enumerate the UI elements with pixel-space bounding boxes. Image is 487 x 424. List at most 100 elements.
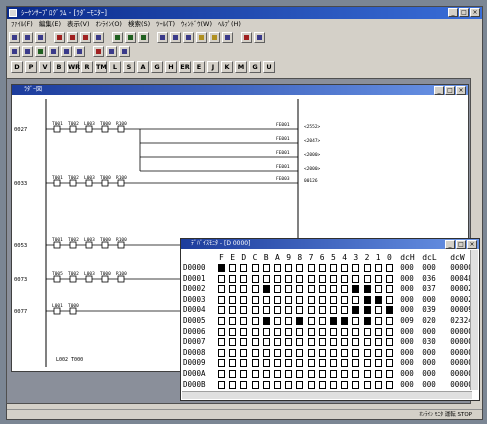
find-button[interactable] [170,32,181,43]
verify-button[interactable] [222,32,233,43]
device-button-3[interactable]: B [53,60,65,73]
ladder-close-button[interactable]: × [456,86,466,95]
device-button-1[interactable]: P [25,60,37,73]
undo-button[interactable] [93,32,104,43]
device-button-8[interactable]: S [123,60,135,73]
device-button-0[interactable]: D [11,60,23,73]
device-button-16[interactable]: M [235,60,247,73]
device-button-7[interactable]: L [109,60,121,73]
offline-button[interactable] [74,46,85,57]
menu-item-2[interactable]: 表示(V) [67,19,90,30]
list-view-button[interactable] [22,46,33,57]
bit-cell [352,370,360,378]
bit-cell [251,380,259,389]
bit-cell [363,380,371,389]
menu-item-5[interactable]: ﾂｰﾙ(T) [156,19,175,30]
monitor-title: ﾃﾞﾊﾞｲｽﾓﾆﾀ - [D 0000] [191,240,251,247]
value-dch: 000 [400,337,414,347]
bit-cell [318,295,326,304]
maximize-button[interactable]: □ [459,8,469,17]
device-button-6[interactable]: TM [95,60,107,73]
ladder-view-button[interactable] [9,46,20,57]
help-button[interactable] [241,32,252,43]
copy-button[interactable] [67,32,78,43]
bit-cell [318,317,326,325]
bit-cell [386,338,393,347]
value-dcl: 000 [422,379,436,389]
cut-button[interactable] [54,32,65,43]
replace-button[interactable] [183,32,194,43]
device-button-9[interactable]: A [137,60,149,73]
open-file-button[interactable] [22,32,33,43]
device-monitor-window[interactable]: ﾃﾞﾊﾞｲｽﾓﾆﾀ - [D 0000] _ □ × FEDCBA9876543… [180,238,480,401]
coil-button[interactable] [138,32,149,43]
monitor-button[interactable] [157,32,168,43]
device-button-15[interactable]: K [221,60,233,73]
bit-header: 7 [308,253,314,262]
monitor-minimize-button[interactable]: _ [445,240,455,249]
close-button[interactable]: × [470,8,480,17]
menu-item-4[interactable]: 検索(S) [128,19,150,30]
ladder-maximize-button[interactable]: □ [445,86,455,95]
bit-cell [386,285,393,294]
new-file-button[interactable] [9,32,20,43]
compile-button[interactable] [196,32,207,43]
monitor-vertical-scrollbar[interactable] [470,250,478,390]
output-instruction: FE001 [276,150,290,156]
bit-cell [262,274,270,283]
row-address: D0006 [183,326,206,336]
comment-button[interactable] [35,46,46,57]
menu-item-3[interactable]: ｵﾝﾗｲﾝ(O) [96,19,122,30]
value-dcl: 039 [422,305,436,315]
menu-item-6[interactable]: ｳｨﾝﾄﾞｳ(W) [181,19,212,30]
save-file-button[interactable] [35,32,46,43]
online-button[interactable] [61,46,72,57]
bit-cell [307,338,315,347]
run-button[interactable] [93,46,104,57]
contact-symbol [117,125,125,133]
bit-cell [330,380,337,389]
bit-cell [218,359,225,368]
minimize-button[interactable]: _ [448,8,458,17]
bit-cell [330,370,337,378]
bit-cell [386,274,393,283]
bit-header: 2 [364,253,370,262]
bit-cell [274,348,281,357]
bit-cell [296,274,304,283]
device-button-2[interactable]: V [39,60,51,73]
menu-item-0[interactable]: ﾌｧｲﾙ(F) [11,19,33,30]
device-button-5[interactable]: R [81,60,93,73]
device-button-14[interactable]: J [207,60,219,73]
monitor-close-button[interactable]: × [467,240,477,249]
stop-button[interactable] [106,46,117,57]
menu-item-1[interactable]: 編集(E) [39,19,61,30]
device-button-10[interactable]: G [151,60,163,73]
monitor-maximize-button[interactable]: □ [456,240,466,249]
bit-cell [352,285,360,294]
device-monitor-button[interactable] [119,46,130,57]
menu-item-7[interactable]: ﾍﾙﾌﾟ(H) [218,19,241,30]
bit-cell [262,380,270,389]
value-dch: 009 [400,316,414,325]
transfer-button[interactable] [209,32,220,43]
contact-symbol [117,179,125,187]
contact-no-button[interactable] [112,32,123,43]
device-button-4[interactable]: WR [67,60,80,73]
context-help-button[interactable] [254,32,265,43]
contact-nc-button[interactable] [125,32,136,43]
contact-symbol [101,125,109,133]
bit-header: 8 [297,253,303,262]
device-button-13[interactable]: E [193,60,205,73]
monitor-horizontal-scrollbar[interactable] [182,391,472,399]
bit-cell [251,274,259,283]
device-button-11[interactable]: H [165,60,177,73]
ladder-minimize-button[interactable]: _ [434,86,444,95]
bit-cell [285,264,293,272]
window-controls: _ □ × [448,8,480,17]
value-dch: 000 [400,326,414,336]
device-button-17[interactable]: G [249,60,261,73]
device-button-12[interactable]: ER [179,60,191,73]
zoom-button[interactable] [48,46,59,57]
paste-button[interactable] [80,32,91,43]
device-button-18[interactable]: U [263,60,275,73]
